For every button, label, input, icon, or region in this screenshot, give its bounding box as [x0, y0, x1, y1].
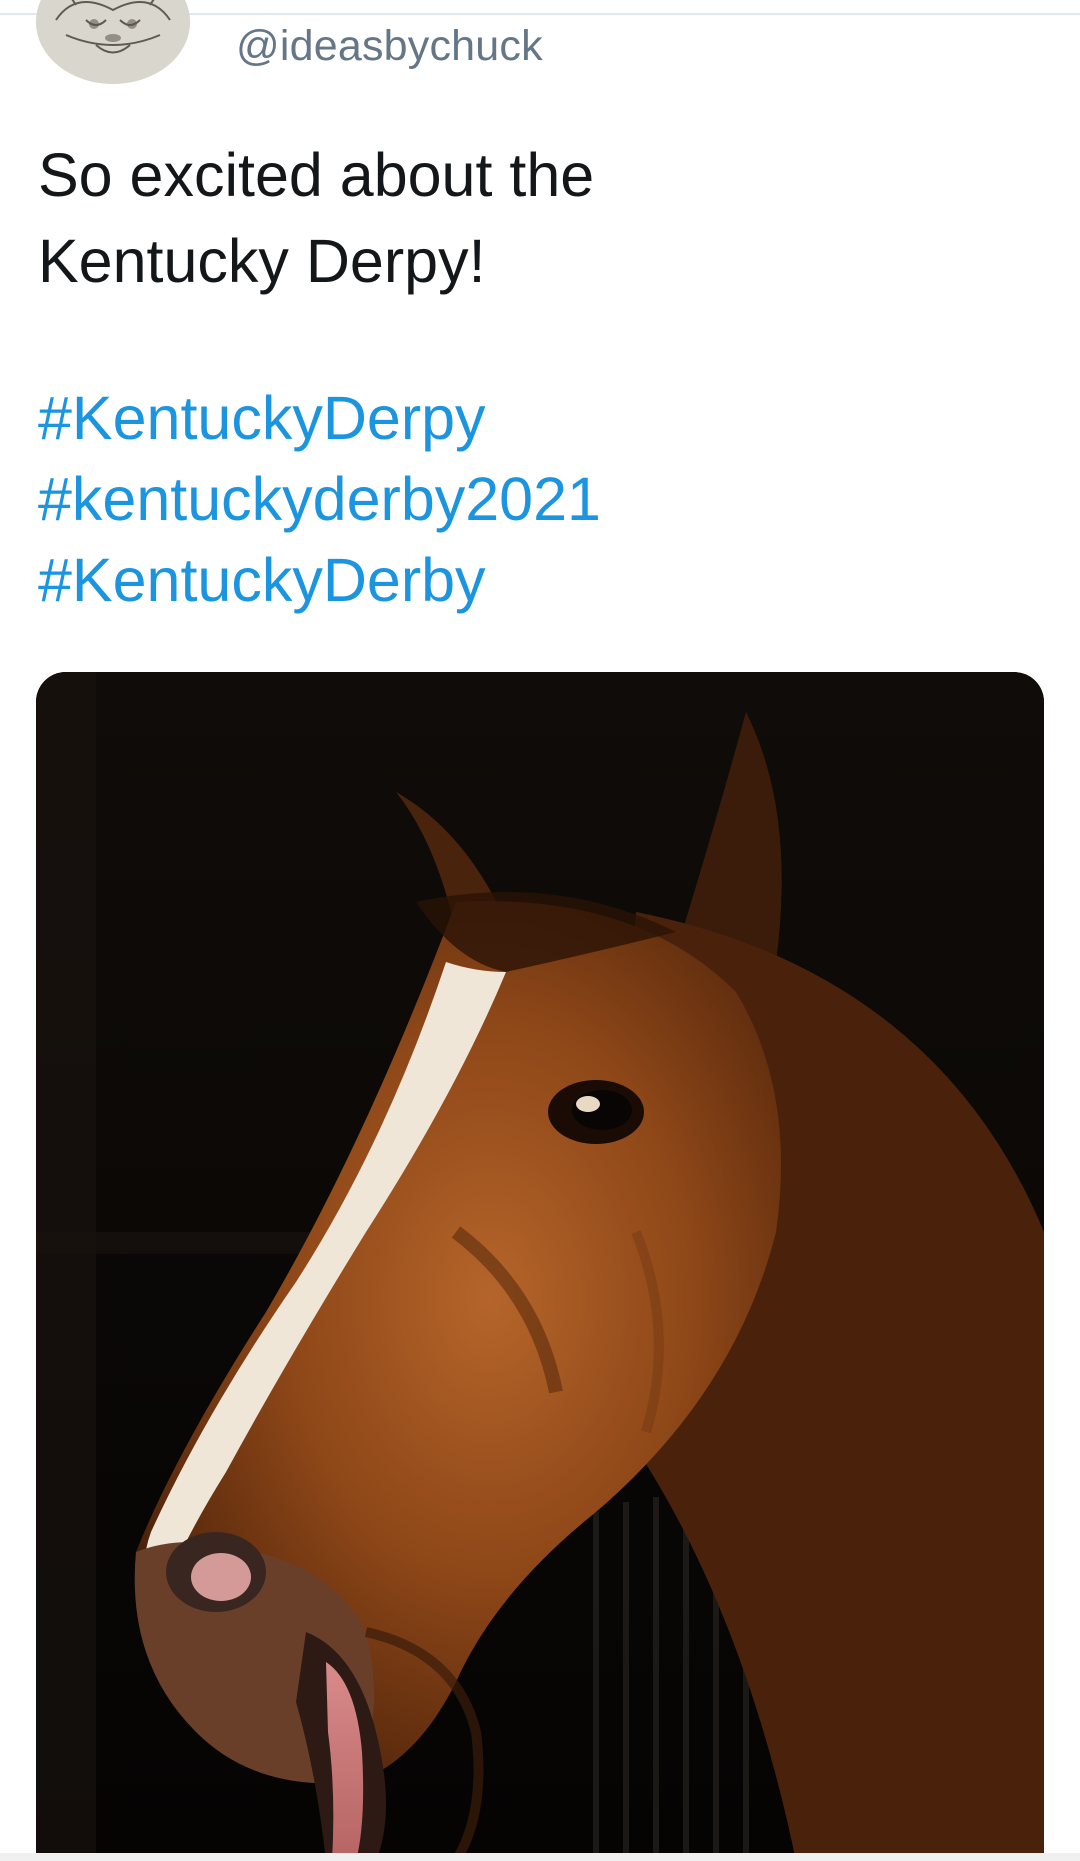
- user-handle[interactable]: @ideasbychuck: [236, 16, 543, 76]
- avatar-image: [36, 0, 190, 84]
- tweet-media-image[interactable]: [36, 672, 1044, 1861]
- tweet-text-line: Kentucky Derpy!: [38, 227, 486, 295]
- hashtag-link[interactable]: #KentuckyDerpy: [38, 378, 601, 459]
- tweet-text-line: So excited about the: [38, 141, 595, 209]
- hashtag-list: #KentuckyDerpy #kentuckyderby2021 #Kentu…: [38, 378, 601, 621]
- avatar[interactable]: [36, 0, 190, 84]
- horse-photo: [36, 672, 1044, 1861]
- tweet-view: @ideasbychuck So excited about the Kentu…: [0, 0, 1080, 1861]
- hashtag-link[interactable]: #KentuckyDerby: [38, 540, 601, 621]
- divider: [0, 1853, 1080, 1861]
- hashtag-link[interactable]: #kentuckyderby2021: [38, 459, 601, 540]
- tweet-text: So excited about the Kentucky Derpy!: [38, 132, 978, 304]
